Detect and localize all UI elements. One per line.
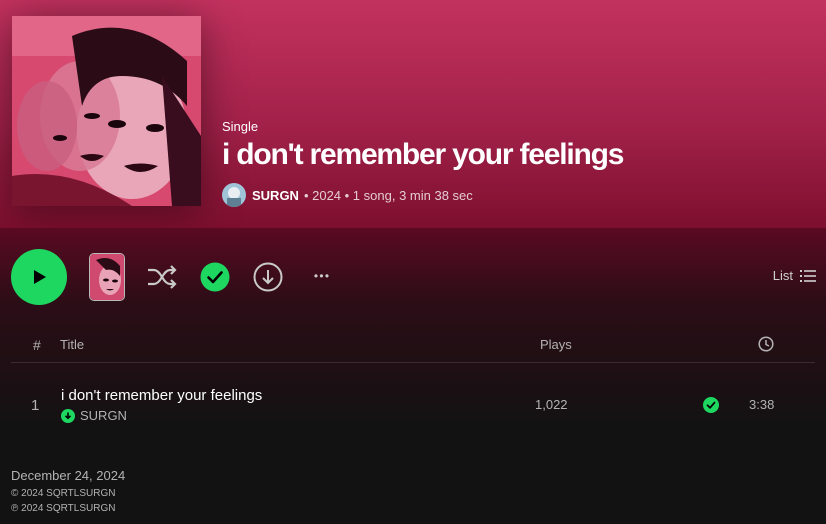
download-icon bbox=[253, 262, 283, 292]
download-button[interactable] bbox=[252, 261, 284, 293]
play-button[interactable] bbox=[11, 249, 67, 305]
saved-check-icon bbox=[200, 262, 230, 292]
track-row[interactable]: 1 i don't remember your feelings SURGN 1… bbox=[11, 377, 815, 433]
artist-avatar[interactable] bbox=[222, 183, 246, 207]
column-plays: Plays bbox=[540, 337, 572, 352]
more-icon: • • • bbox=[313, 269, 329, 283]
saved-button[interactable] bbox=[200, 262, 230, 292]
album-cover-image bbox=[12, 16, 201, 206]
release-type-label: Single bbox=[222, 119, 259, 134]
view-toggle-button[interactable]: List bbox=[773, 268, 816, 283]
more-options-button[interactable]: • • • bbox=[304, 264, 338, 288]
column-duration bbox=[758, 336, 774, 355]
track-saved-button[interactable] bbox=[703, 397, 719, 418]
view-toggle-label: List bbox=[772, 268, 793, 283]
track-title[interactable]: i don't remember your feelings bbox=[61, 387, 262, 404]
preview-thumbnail[interactable] bbox=[89, 253, 125, 301]
phonogram-copyright-text: ℗ 2024 SQRTLSURGN bbox=[11, 503, 116, 514]
shuffle-icon bbox=[148, 265, 177, 289]
column-number: # bbox=[33, 337, 41, 353]
track-artist-link[interactable]: SURGN bbox=[80, 408, 127, 423]
downloaded-icon bbox=[61, 408, 75, 423]
column-title: Title bbox=[60, 337, 85, 352]
list-icon bbox=[800, 269, 816, 282]
shuffle-button[interactable] bbox=[146, 262, 178, 292]
artist-link[interactable]: SURGN bbox=[252, 188, 299, 203]
saved-check-icon bbox=[703, 397, 719, 413]
release-date: December 24, 2024 bbox=[11, 468, 126, 483]
play-icon bbox=[34, 270, 46, 284]
copyright-text: © 2024 SQRTLSURGN bbox=[11, 488, 116, 499]
track-plays: 1,022 bbox=[535, 397, 568, 412]
album-title: i don't remember your feelings bbox=[222, 138, 624, 171]
track-number: 1 bbox=[31, 397, 40, 414]
release-meta-text: • 2024 • 1 song, 3 min 38 sec bbox=[303, 187, 473, 203]
album-header: Single i don't remember your feelings SU… bbox=[0, 0, 826, 228]
clock-icon bbox=[758, 336, 774, 352]
tracklist-header: # Title Plays bbox=[11, 330, 815, 363]
track-artist: SURGN bbox=[61, 408, 127, 423]
track-duration: 3:38 bbox=[749, 397, 775, 412]
album-meta: SURGN • 2024 • 1 song, 3 min 38 sec bbox=[222, 183, 473, 207]
